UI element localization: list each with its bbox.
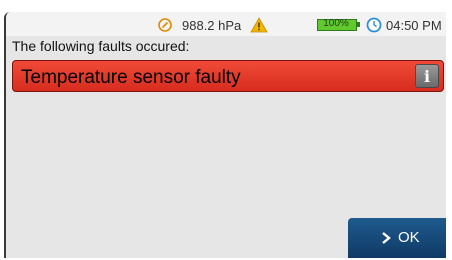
- chevron-right-icon: [382, 232, 391, 244]
- battery-indicator: 100%: [317, 19, 361, 31]
- pressure-value: 988.2 hPa: [182, 18, 242, 33]
- gauge-icon: [158, 18, 172, 32]
- ok-label: OK: [398, 229, 420, 246]
- faults-heading: The following faults occured:: [12, 38, 190, 54]
- clock-time: 04:50 PM: [386, 18, 442, 33]
- display-area: 988.2 hPa 100% 04:50 PM The following fa…: [4, 12, 452, 258]
- clock-icon: [366, 17, 382, 33]
- info-button[interactable]: i: [415, 64, 439, 88]
- fault-item[interactable]: Temperature sensor faulty i: [12, 60, 444, 92]
- warning-triangle-icon[interactable]: [250, 17, 268, 33]
- screen-edge: [446, 0, 452, 260]
- status-bar: 988.2 hPa 100% 04:50 PM: [6, 12, 452, 36]
- ok-button[interactable]: OK: [348, 218, 452, 258]
- device-screen: 988.2 hPa 100% 04:50 PM The following fa…: [0, 0, 452, 260]
- fault-message: Temperature sensor faulty: [21, 67, 241, 88]
- info-icon: i: [423, 67, 431, 86]
- battery-level: 100%: [323, 18, 349, 29]
- battery-tip: [357, 22, 360, 27]
